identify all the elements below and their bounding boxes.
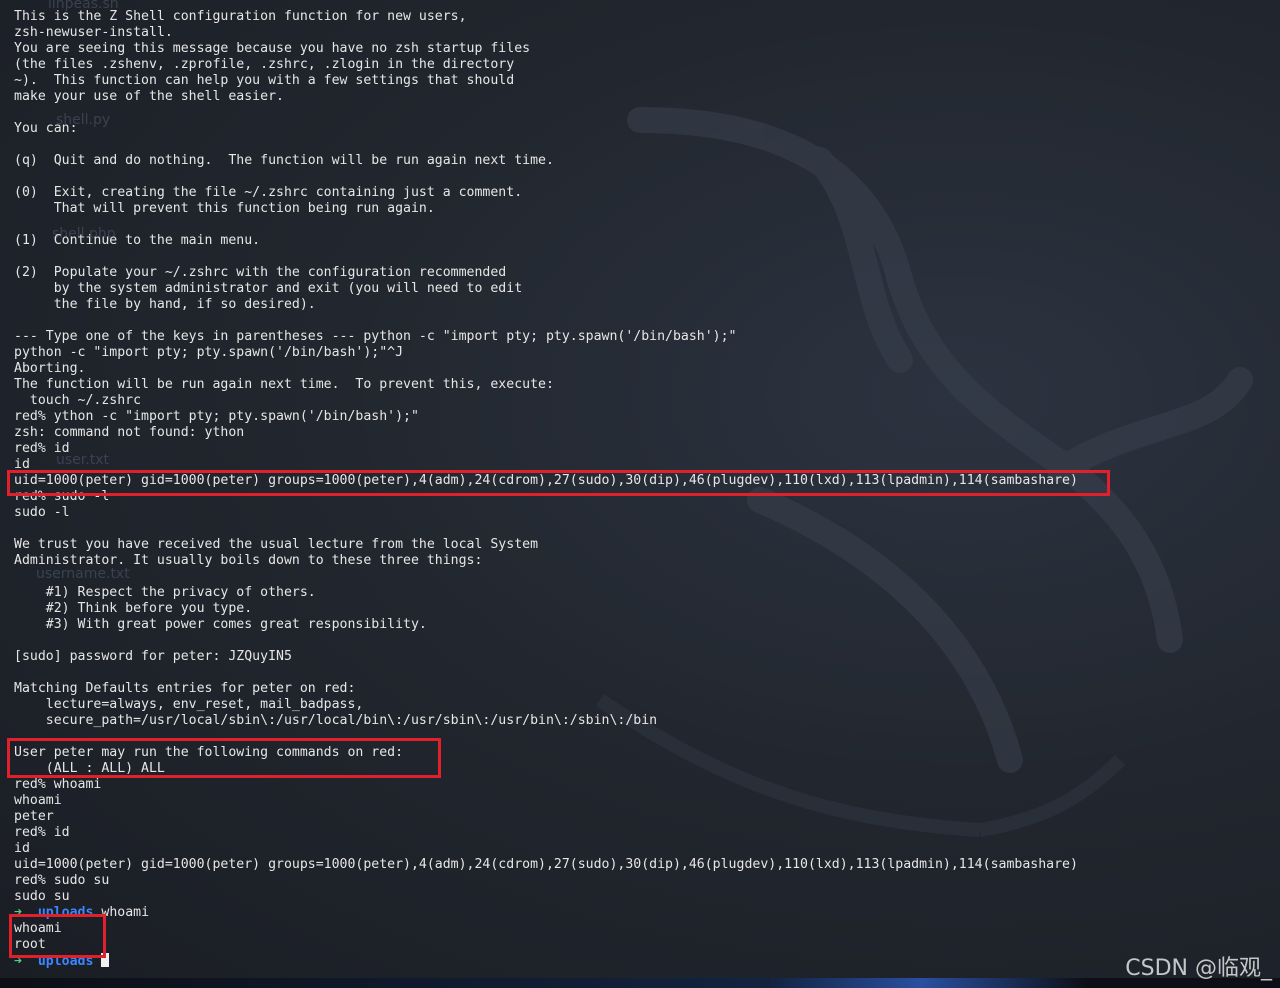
terminal-line: red% id	[14, 825, 70, 840]
terminal-line: red% id	[14, 441, 70, 456]
desktop-bottom-strip	[0, 978, 1280, 988]
terminal-line: lecture=always, env_reset, mail_badpass,	[14, 697, 364, 712]
terminal-line: zsh-newuser-install.	[14, 25, 173, 40]
terminal-line: by the system administrator and exit (yo…	[14, 281, 523, 296]
highlight-box-uid-output	[7, 470, 1110, 496]
terminal-line: peter	[14, 809, 54, 824]
terminal-line: zsh: command not found: ython	[14, 425, 245, 440]
terminal-line: touch ~/.zshrc	[14, 393, 142, 408]
terminal-line: (2) Populate your ~/.zshrc with the conf…	[14, 265, 507, 280]
terminal-line: sudo su	[14, 889, 70, 904]
terminal-line: red% whoami	[14, 777, 102, 792]
watermark: CSDN @临观_	[1125, 956, 1272, 981]
terminal-line: The function will be run again next time…	[14, 377, 554, 392]
terminal-line: red% sudo su	[14, 873, 110, 888]
terminal-line: You are seeing this message because you …	[14, 41, 531, 56]
terminal-line: sudo -l	[14, 505, 70, 520]
shell-prompt-line: ➜ uploads whoami	[14, 905, 1078, 921]
terminal-line: (0) Exit, creating the file ~/.zshrc con…	[14, 185, 523, 200]
highlight-box-sudo-privileges	[7, 738, 441, 778]
terminal-line: Administrator. It usually boils down to …	[14, 553, 483, 568]
terminal-line: python -c "import pty; pty.spawn('/bin/b…	[14, 345, 404, 360]
terminal-line: make your use of the shell easier.	[14, 89, 284, 104]
terminal-line: root	[14, 937, 46, 952]
terminal-line: #3) With great power comes great respons…	[14, 617, 427, 632]
terminal-line: whoami	[14, 793, 62, 808]
active-prompt-line[interactable]: ➜ uploads	[14, 953, 1078, 969]
terminal-line: whoami	[14, 921, 62, 936]
terminal-line: #2) Think before you type.	[14, 601, 253, 616]
terminal-line: We trust you have received the usual lec…	[14, 537, 539, 552]
prompt-command: whoami	[101, 905, 150, 920]
terminal-line: id	[14, 841, 30, 856]
terminal-line: ~). This function can help you with a fe…	[14, 73, 515, 88]
terminal-line: --- Type one of the keys in parentheses …	[14, 329, 737, 344]
terminal-line: red% ython -c "import pty; pty.spawn('/b…	[14, 409, 419, 424]
highlight-box-root-result	[9, 914, 106, 958]
terminal-line: (the files .zshenv, .zprofile, .zshrc, .…	[14, 57, 515, 72]
terminal-line: You can:	[14, 121, 78, 136]
terminal-line: (q) Quit and do nothing. The function wi…	[14, 153, 554, 168]
terminal-line: Matching Defaults entries for peter on r…	[14, 681, 356, 696]
terminal-line: the file by hand, if so desired).	[14, 297, 316, 312]
terminal-line: secure_path=/usr/local/sbin\:/usr/local/…	[14, 713, 658, 728]
terminal-line: [sudo] password for peter: JZQuyIN5	[14, 649, 292, 664]
terminal-line: That will prevent this function being ru…	[14, 201, 435, 216]
terminal-line: Aborting.	[14, 361, 86, 376]
terminal-line: #1) Respect the privacy of others.	[14, 585, 316, 600]
terminal-line: uid=1000(peter) gid=1000(peter) groups=1…	[14, 857, 1078, 872]
terminal-line: This is the Z Shell configuration functi…	[14, 9, 467, 24]
terminal-line: (1) Continue to the main menu.	[14, 233, 261, 248]
terminal-window[interactable]: linpeas.sh shell.py shell.php user.txt u…	[0, 0, 1280, 988]
